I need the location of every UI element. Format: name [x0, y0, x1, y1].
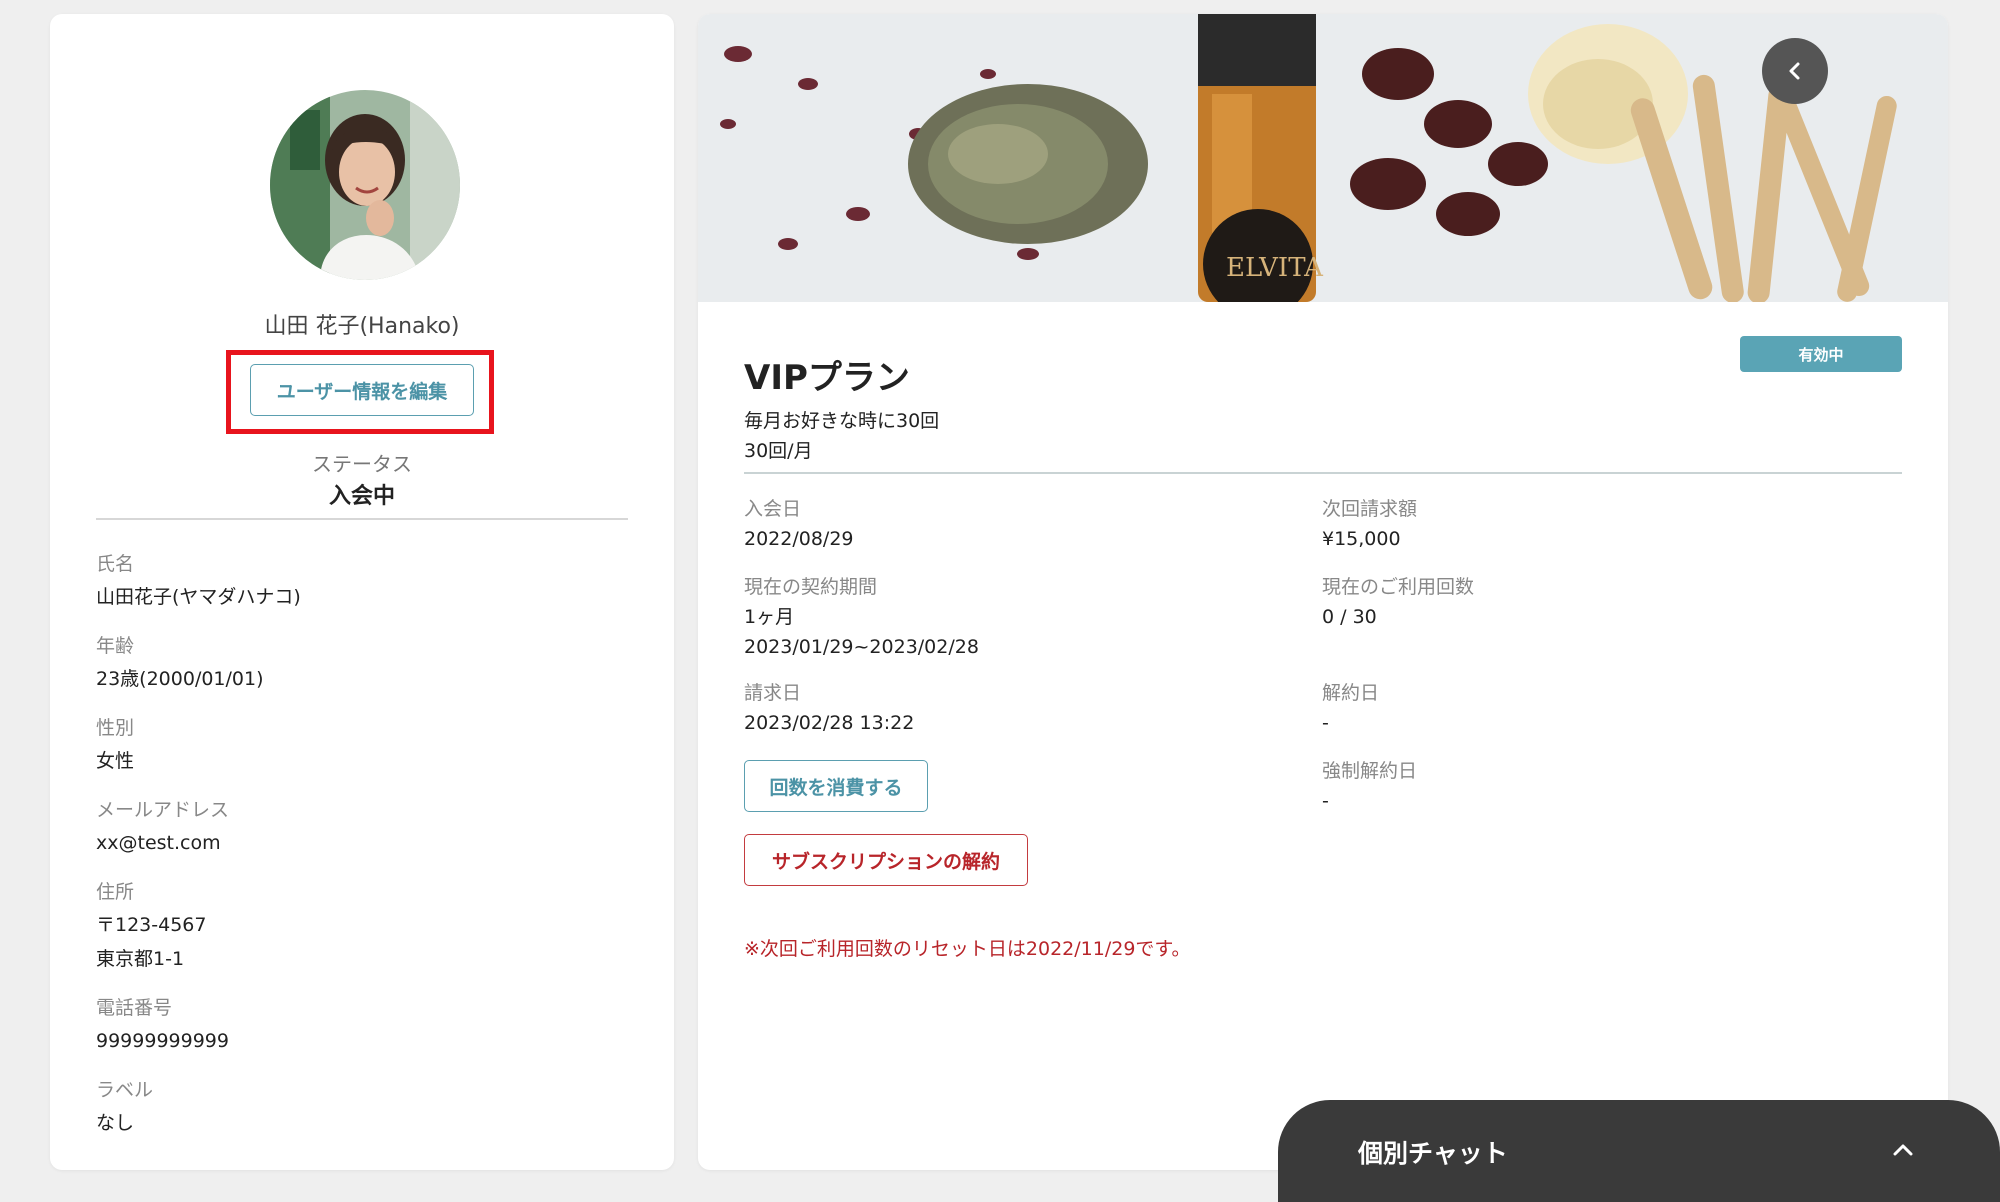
plan-description: 毎月お好きな時に30回 30回/月	[744, 406, 939, 466]
join-date-info: 入会日 2022/08/29	[744, 494, 854, 554]
info-value: 2023/02/28 13:22	[744, 712, 915, 734]
field-label: 氏名	[96, 553, 135, 575]
cancel-date-info: 解約日 -	[1322, 678, 1379, 738]
profile-field-list: 氏名 山田花子(ヤマダハナコ) 年齢 23歳(2000/01/01) 性別 女性…	[96, 548, 636, 1156]
plan-hero-image: ELVITA	[698, 14, 1948, 302]
info-value: 2023/01/29~2023/02/28	[744, 636, 979, 658]
billing-date-info: 請求日 2023/02/28 13:22	[744, 678, 914, 738]
field-label-tag: ラベル なし	[96, 1074, 636, 1140]
cancel-subscription-button[interactable]: サブスクリプションの解約	[744, 834, 1028, 886]
info-label: 請求日	[744, 682, 802, 704]
contract-period-info: 現在の契約期間 1ヶ月 2023/01/29~2023/02/28	[744, 572, 979, 662]
info-value: ¥15,000	[1322, 528, 1401, 550]
field-label: 年齢	[96, 635, 135, 657]
field-value: 〒123-4567	[96, 914, 207, 936]
divider	[744, 472, 1902, 474]
avatar	[270, 90, 460, 280]
chevron-left-icon	[1789, 62, 1800, 80]
info-value: -	[1322, 790, 1329, 812]
field-value: なし	[96, 1112, 135, 1134]
field-label: 性別	[96, 717, 135, 739]
consume-count-button[interactable]: 回数を消費する	[744, 760, 928, 812]
field-label: 住所	[96, 881, 135, 903]
info-value: 1ヶ月	[744, 606, 795, 628]
field-name: 氏名 山田花子(ヤマダハナコ)	[96, 548, 636, 614]
info-label: 次回請求額	[1322, 498, 1418, 520]
info-label: 強制解約日	[1322, 760, 1418, 782]
chat-title: 個別チャット	[1358, 1139, 1508, 1168]
field-phone: 電話番号 99999999999	[96, 992, 636, 1058]
hero-brand-text: ELVITA	[1226, 253, 1324, 283]
divider	[96, 518, 628, 520]
info-value: 0 / 30	[1322, 606, 1377, 628]
field-value: 山田花子(ヤマダハナコ)	[96, 586, 301, 608]
usage-count-info: 現在のご利用回数 0 / 30	[1322, 572, 1474, 632]
info-label: 入会日	[744, 498, 802, 520]
field-email: メールアドレス xx@test.com	[96, 794, 636, 860]
info-label: 解約日	[1322, 682, 1380, 704]
status-badge: 有効中	[1740, 336, 1902, 372]
field-value: 99999999999	[96, 1030, 229, 1052]
plan-description-line: 毎月お好きな時に30回	[744, 410, 940, 432]
field-gender: 性別 女性	[96, 712, 636, 778]
field-age: 年齢 23歳(2000/01/01)	[96, 630, 636, 696]
plan-description-line: 30回/月	[744, 440, 813, 462]
field-value: 女性	[96, 750, 135, 772]
info-label: 現在のご利用回数	[1322, 576, 1475, 598]
edit-user-button[interactable]: ユーザー情報を編集	[250, 364, 474, 416]
field-value: 東京都1-1	[96, 948, 185, 970]
status-value: 入会中	[328, 484, 395, 509]
info-value: 2022/08/29	[744, 528, 854, 550]
individual-chat-bar[interactable]: 個別チャット	[1278, 1100, 2000, 1202]
field-address: 住所 〒123-4567 東京都1-1	[96, 876, 636, 976]
hero-photo: ELVITA	[698, 14, 1948, 302]
field-label: ラベル	[96, 1079, 154, 1101]
reset-note: ※次回ご利用回数のリセット日は2022/11/29です。	[744, 938, 1191, 960]
avatar-photo	[270, 90, 460, 280]
field-value: xx@test.com	[96, 832, 221, 854]
chevron-up-icon[interactable]	[1892, 1142, 1914, 1156]
forced-cancel-info: 強制解約日 -	[1322, 756, 1417, 816]
info-value: -	[1322, 712, 1329, 734]
plan-card: ELVITA VIPプラン 有効中 毎月お好きな時に30回 30回/月 入会日 …	[698, 14, 1948, 1170]
field-value: 23歳(2000/01/01)	[96, 668, 264, 690]
info-label: 現在の契約期間	[744, 576, 878, 598]
status-label: ステータス	[312, 452, 412, 476]
field-label: メールアドレス	[96, 799, 230, 821]
field-label: 電話番号	[96, 997, 173, 1019]
profile-card: 山田 花子(Hanako) ユーザー情報を編集 ステータス 入会中 氏名 山田花…	[50, 14, 674, 1170]
carousel-prev-button[interactable]	[1762, 38, 1828, 104]
next-billing-info: 次回請求額 ¥15,000	[1322, 494, 1417, 554]
plan-title: VIPプラン	[744, 358, 910, 398]
profile-name: 山田 花子(Hanako)	[264, 314, 460, 339]
